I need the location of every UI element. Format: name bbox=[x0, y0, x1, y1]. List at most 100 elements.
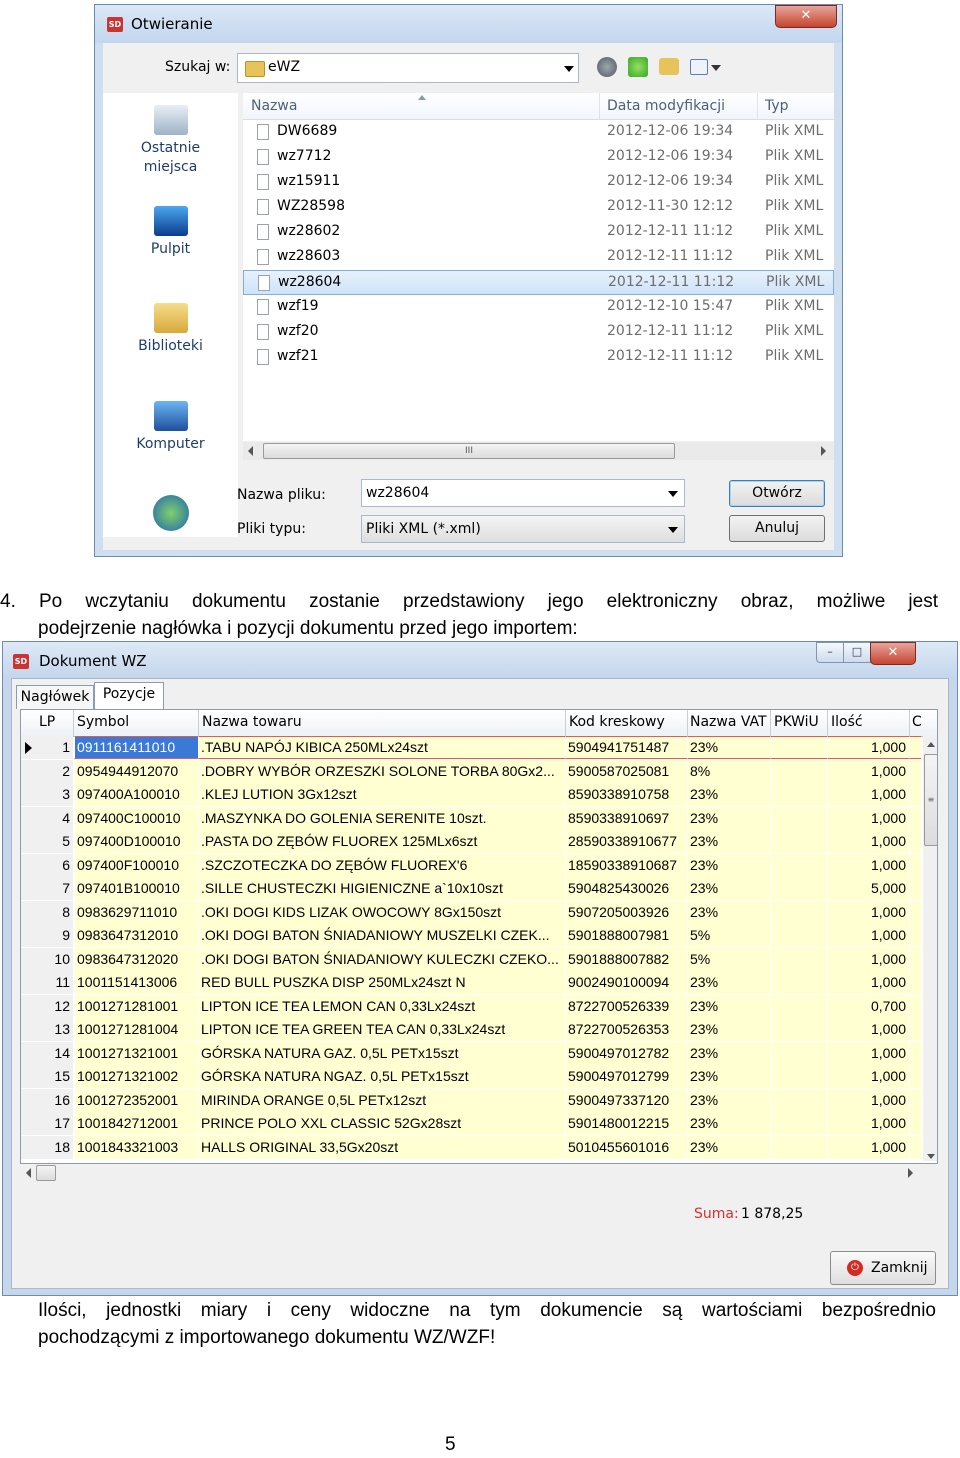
cell-qty[interactable]: 1,000 bbox=[827, 1041, 909, 1065]
back-icon[interactable] bbox=[597, 57, 617, 77]
cell-symbol[interactable]: 1001271281001 bbox=[74, 994, 198, 1018]
cell-more[interactable] bbox=[909, 853, 921, 877]
cell-qty[interactable]: 5,000 bbox=[827, 877, 909, 900]
cell-qty[interactable]: 1,000 bbox=[827, 1135, 909, 1159]
cell-barcode[interactable]: 8722700526353 bbox=[565, 1018, 687, 1041]
cell-name[interactable]: .KLEJ LUTION 3Gx12szt bbox=[198, 783, 565, 806]
cell-name[interactable]: LIPTON ICE TEA GREEN TEA CAN 0,33Lx24szt bbox=[198, 1018, 565, 1041]
cell-barcode[interactable]: 8590338910758 bbox=[565, 783, 687, 806]
table-row[interactable]: 2 0954944912070 .DOBRY WYBÓR ORZESZKI SOLO… bbox=[21, 759, 921, 784]
cell-barcode[interactable]: 5901480012215 bbox=[565, 1112, 687, 1135]
col-qty-header[interactable]: Ilość bbox=[831, 714, 863, 730]
cell-more[interactable] bbox=[909, 947, 921, 971]
row-indicator[interactable] bbox=[21, 1041, 35, 1065]
row-indicator[interactable] bbox=[21, 783, 35, 806]
cell-more[interactable] bbox=[909, 783, 921, 806]
open-button[interactable]: Otwórz bbox=[729, 480, 825, 507]
cell-pkwiu[interactable] bbox=[770, 994, 827, 1018]
row-indicator[interactable] bbox=[21, 736, 35, 759]
table-row[interactable]: 17 1001842712001 PRINCE POLO XXL CLASSIC 5… bbox=[21, 1112, 921, 1136]
cell-pkwiu[interactable] bbox=[770, 1041, 827, 1065]
cell-more[interactable] bbox=[909, 1018, 921, 1041]
cell-symbol[interactable]: 0983647312020 bbox=[74, 947, 198, 971]
cell-vat[interactable]: 23% bbox=[687, 736, 770, 759]
cell-barcode[interactable]: 8722700526339 bbox=[565, 994, 687, 1018]
cell-vat[interactable]: 23% bbox=[687, 853, 770, 877]
scroll-left-icon[interactable] bbox=[26, 1168, 31, 1178]
cell-qty[interactable]: 1,000 bbox=[827, 971, 909, 994]
cell-pkwiu[interactable] bbox=[770, 736, 827, 759]
cell-vat[interactable]: 23% bbox=[687, 830, 770, 853]
table-row[interactable]: 11 1001151413006 RED BULL PUSZKA DISP 250M… bbox=[21, 971, 921, 995]
cell-name[interactable]: .SILLE CHUSTECZKI HIGIENICZNE a`10x10szt bbox=[198, 877, 565, 900]
cell-pkwiu[interactable] bbox=[770, 853, 827, 877]
cell-vat[interactable]: 23% bbox=[687, 1065, 770, 1088]
table-row[interactable]: 12 1001271281001 LIPTON ICE TEA LEMON CAN … bbox=[21, 994, 921, 1019]
cell-vat[interactable]: 23% bbox=[687, 1018, 770, 1041]
row-indicator[interactable] bbox=[21, 877, 35, 900]
col-vat-header[interactable]: Nazwa VAT bbox=[690, 714, 767, 730]
cell-name[interactable]: .MASZYNKA DO GOLENIA SERENITE 10szt. bbox=[198, 806, 565, 830]
row-indicator[interactable] bbox=[21, 1065, 35, 1088]
cell-pkwiu[interactable] bbox=[770, 1018, 827, 1041]
row-indicator[interactable] bbox=[21, 924, 35, 947]
cell-barcode[interactable]: 5904825430026 bbox=[565, 877, 687, 900]
cell-barcode[interactable]: 5900497012799 bbox=[565, 1065, 687, 1088]
cell-pkwiu[interactable] bbox=[770, 1112, 827, 1135]
cell-barcode[interactable]: 5010455601016 bbox=[565, 1135, 687, 1159]
row-indicator[interactable] bbox=[21, 830, 35, 853]
cell-pkwiu[interactable] bbox=[770, 759, 827, 783]
col-more-header[interactable]: C bbox=[912, 714, 922, 730]
cell-symbol[interactable]: 1001271321002 bbox=[74, 1065, 198, 1088]
cell-vat[interactable]: 23% bbox=[687, 1135, 770, 1159]
table-row[interactable]: 6 097400F100010 .SZCZOTECZKA DO ZĘBÓW FLUO… bbox=[21, 853, 921, 878]
close-icon[interactable]: ✕ bbox=[870, 642, 916, 665]
file-row[interactable]: wz7712 2012-12-06 19:34 Plik XML bbox=[243, 145, 834, 170]
table-row[interactable]: 9 0983647312010 .OKI DOGI BATON ŚNIADANIOW… bbox=[21, 924, 921, 948]
cell-qty[interactable]: 1,000 bbox=[827, 783, 909, 806]
cell-name[interactable]: HALLS ORIGINAL 33,5Gx20szt bbox=[198, 1135, 565, 1159]
row-indicator[interactable] bbox=[21, 900, 35, 924]
vscroll-thumb[interactable]: ≡ bbox=[924, 754, 937, 846]
cell-pkwiu[interactable] bbox=[770, 877, 827, 900]
file-row[interactable]: wz28604 2012-12-11 11:12 Plik XML bbox=[243, 270, 834, 295]
new-folder-icon[interactable] bbox=[659, 58, 679, 75]
cell-more[interactable] bbox=[909, 1135, 921, 1159]
cell-qty[interactable]: 1,000 bbox=[827, 1018, 909, 1041]
cell-barcode[interactable]: 18590338910687 bbox=[565, 853, 687, 877]
col-pkwiu-header[interactable]: PKWiU bbox=[774, 714, 819, 730]
minimize-icon[interactable]: – bbox=[816, 642, 844, 663]
cell-name[interactable]: RED BULL PUSZKA DISP 250MLx24szt N bbox=[198, 971, 565, 994]
cell-vat[interactable]: 23% bbox=[687, 1088, 770, 1112]
cell-name[interactable]: .SZCZOTECZKA DO ZĘBÓW FLUOREX'6 bbox=[198, 853, 565, 877]
row-indicator[interactable] bbox=[21, 1112, 35, 1135]
cell-more[interactable] bbox=[909, 994, 921, 1018]
table-row[interactable]: 15 1001271321002 GÓRSKA NATURA NGAZ. 0,5L … bbox=[21, 1065, 921, 1089]
hscroll-thumb[interactable]: III bbox=[263, 443, 675, 459]
cell-symbol[interactable]: 097400A100010 bbox=[74, 783, 198, 806]
cell-qty[interactable]: 1,000 bbox=[827, 900, 909, 924]
cell-qty[interactable]: 1,000 bbox=[827, 736, 909, 759]
cell-vat[interactable]: 23% bbox=[687, 1041, 770, 1065]
maximize-icon[interactable]: □ bbox=[843, 642, 871, 663]
file-list-hscrollbar[interactable]: III bbox=[243, 442, 834, 460]
cell-symbol[interactable]: 0954944912070 bbox=[74, 759, 198, 783]
cell-symbol[interactable]: 1001842712001 bbox=[74, 1112, 198, 1135]
cell-more[interactable] bbox=[909, 830, 921, 853]
col-barcode-header[interactable]: Kod kreskowy bbox=[569, 714, 665, 730]
cell-name[interactable]: LIPTON ICE TEA LEMON CAN 0,33Lx24szt bbox=[198, 994, 565, 1018]
cell-pkwiu[interactable] bbox=[770, 1088, 827, 1112]
cell-more[interactable] bbox=[909, 736, 921, 759]
row-indicator[interactable] bbox=[21, 806, 35, 830]
place-network[interactable] bbox=[103, 495, 238, 535]
row-indicator[interactable] bbox=[21, 947, 35, 971]
cell-barcode[interactable]: 5904941751487 bbox=[565, 736, 687, 759]
cell-more[interactable] bbox=[909, 900, 921, 924]
row-indicator[interactable] bbox=[21, 971, 35, 994]
tab-naglowek[interactable]: Nagłówek bbox=[16, 685, 94, 709]
cell-symbol[interactable]: 1001843321003 bbox=[74, 1135, 198, 1159]
cell-pkwiu[interactable] bbox=[770, 924, 827, 947]
cell-more[interactable] bbox=[909, 877, 921, 900]
cell-vat[interactable]: 23% bbox=[687, 877, 770, 900]
cell-pkwiu[interactable] bbox=[770, 900, 827, 924]
